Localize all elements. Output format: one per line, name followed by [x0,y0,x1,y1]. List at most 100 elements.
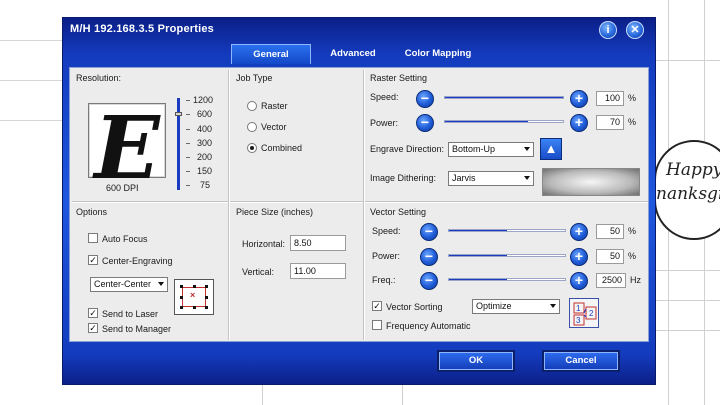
background-card-art: Happy nanksgiv [654,140,720,240]
dpi-scale-label: 600 [197,109,213,119]
vector-power-decrease-button[interactable]: − [420,248,438,266]
options-title: Options [76,207,108,217]
separator [365,201,648,203]
vector-power-slider[interactable] [448,254,566,257]
image-dithering-value: Jarvis [452,173,476,183]
background-bottom-strip [62,385,656,405]
properties-dialog: M/H 192.168.3.5 Properties i ✕ General A… [62,17,656,385]
engrave-direction-label: Engrave Direction: [370,144,445,154]
svg-text:3: 3 [576,316,581,325]
vector-freq-increase-button[interactable]: + [570,272,588,290]
raster-speed-field[interactable]: 100 [596,91,624,106]
raster-speed-unit: % [628,93,637,103]
dpi-scale-label: 75 [200,180,211,190]
dpi-scale-label: 400 [197,124,213,134]
tab-color-mapping[interactable]: Color Mapping [393,44,483,64]
close-icon[interactable]: ✕ [626,21,644,39]
title-bar: M/H 192.168.3.5 Properties i ✕ [63,18,655,42]
separator [363,70,365,340]
send-to-manager-label[interactable]: Send to Manager [102,324,171,334]
send-to-manager-checkbox[interactable]: ✓ [88,323,98,333]
dithering-preview [542,168,640,196]
engrave-direction-select[interactable]: Bottom-Up [448,142,534,157]
raster-power-increase-button[interactable]: + [570,114,588,132]
vector-power-field[interactable]: 50 [596,249,624,264]
raster-speed-label: Speed: [370,92,399,102]
vector-speed-unit: % [628,226,637,236]
frequency-automatic-label[interactable]: Frequency Automatic [386,321,471,331]
piece-size-title: Piece Size (inches) [236,207,314,217]
window-title: M/H 192.168.3.5 Properties [70,23,214,35]
ok-button[interactable]: OK [437,350,515,372]
separator [228,70,230,340]
vector-sorting-checkbox[interactable]: ✓ [372,301,382,311]
vector-freq-label: Freq.: [372,275,396,285]
chevron-down-icon [550,304,556,308]
vector-power-label: Power: [372,251,401,261]
center-mode-value: Center-Center [94,279,152,289]
auto-focus-label[interactable]: Auto Focus [102,234,148,244]
cancel-button[interactable]: Cancel [542,350,620,372]
vector-freq-decrease-button[interactable]: − [420,272,438,290]
radio-combined[interactable] [247,143,257,153]
vector-speed-decrease-button[interactable]: − [420,223,438,241]
raster-speed-decrease-button[interactable]: − [416,90,434,108]
vertical-label: Vertical: [242,267,275,277]
vector-power-unit: % [628,251,637,261]
separator [230,201,363,203]
auto-focus-checkbox[interactable] [88,233,98,243]
send-to-laser-label[interactable]: Send to Laser [102,309,158,319]
card-text-line2: nanksgiv [656,184,720,204]
center-engraving-checkbox[interactable]: ✓ [88,255,98,265]
vector-freq-unit: Hz [630,275,641,285]
vector-speed-label: Speed: [372,226,401,236]
separator [72,201,228,203]
radio-raster-label[interactable]: Raster [261,101,288,111]
raster-power-slider[interactable] [444,120,564,123]
vector-sorting-value: Optimize [476,301,512,311]
raster-speed-increase-button[interactable]: + [570,90,588,108]
vector-freq-field[interactable]: 2500 [596,273,626,288]
send-to-laser-checkbox[interactable]: ✓ [88,308,98,318]
raster-speed-slider[interactable] [444,96,564,99]
radio-combined-label[interactable]: Combined [261,143,302,153]
center-anchor-picker[interactable]: × [174,279,214,315]
vector-power-increase-button[interactable]: + [570,248,588,266]
vector-freq-slider[interactable] [448,278,566,281]
chevron-down-icon [158,282,164,286]
dpi-scale-label: 150 [197,166,213,176]
raster-setting-title: Raster Setting [370,73,428,83]
anchor-center-mark: × [190,290,196,300]
tab-advanced[interactable]: Advanced [315,44,391,64]
frequency-automatic-checkbox[interactable] [372,320,382,330]
card-text-line1: Happy [666,160,720,180]
background-left-strip [0,0,62,405]
horizontal-input[interactable]: 8.50 [290,235,346,251]
engrave-direction-icon[interactable]: ▲ [540,138,562,160]
chevron-down-icon [524,176,530,180]
vector-speed-field[interactable]: 50 [596,224,624,239]
vector-order-icon[interactable]: 1 2 3 [569,298,599,328]
tab-general[interactable]: General [231,44,311,64]
vector-speed-increase-button[interactable]: + [570,223,588,241]
engrave-direction-value: Bottom-Up [452,144,496,154]
radio-vector[interactable] [247,122,257,132]
radio-raster[interactable] [247,101,257,111]
radio-vector-label[interactable]: Vector [261,122,287,132]
raster-power-decrease-button[interactable]: − [416,114,434,132]
dpi-slider-thumb[interactable] [175,112,182,116]
raster-power-field[interactable]: 70 [596,115,624,130]
raster-power-unit: % [628,117,637,127]
vector-speed-slider[interactable] [448,229,566,232]
center-mode-select[interactable]: Center-Center [90,277,168,292]
svg-text:2: 2 [589,309,594,318]
horizontal-label: Horizontal: [242,239,286,249]
vector-sorting-select[interactable]: Optimize [472,299,560,314]
center-engraving-label[interactable]: Center-Engraving [102,256,173,266]
info-icon[interactable]: i [599,21,617,39]
vertical-input[interactable]: 11.00 [290,263,346,279]
image-dithering-label: Image Dithering: [370,173,437,183]
vector-sorting-label[interactable]: Vector Sorting [386,302,443,312]
general-tab-content: Resolution: E 600 DPI 1200 600 400 300 2… [69,67,649,342]
image-dithering-select[interactable]: Jarvis [448,171,534,186]
